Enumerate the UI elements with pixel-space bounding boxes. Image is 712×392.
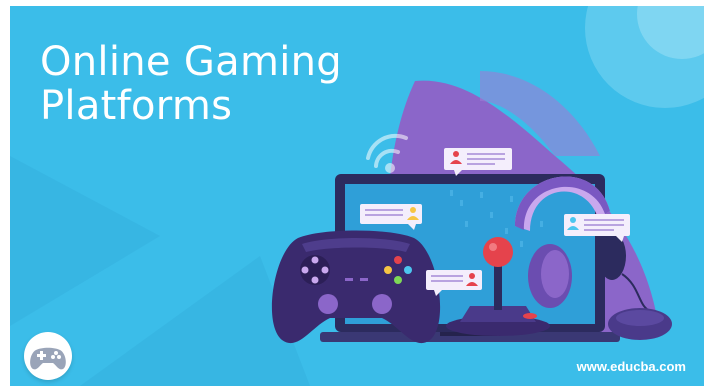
- title-line-2: Platforms: [40, 83, 233, 129]
- site-url: www.educba.com: [576, 359, 686, 374]
- title-line-1: Online Gaming: [40, 39, 342, 85]
- gamepad-icon: [30, 347, 66, 370]
- banner: Online Gaming Platforms www.educba.com: [10, 6, 704, 386]
- gamepad-logo: [24, 332, 72, 380]
- mouse-icon: [608, 308, 672, 340]
- page-title: Online Gaming Platforms: [40, 40, 342, 128]
